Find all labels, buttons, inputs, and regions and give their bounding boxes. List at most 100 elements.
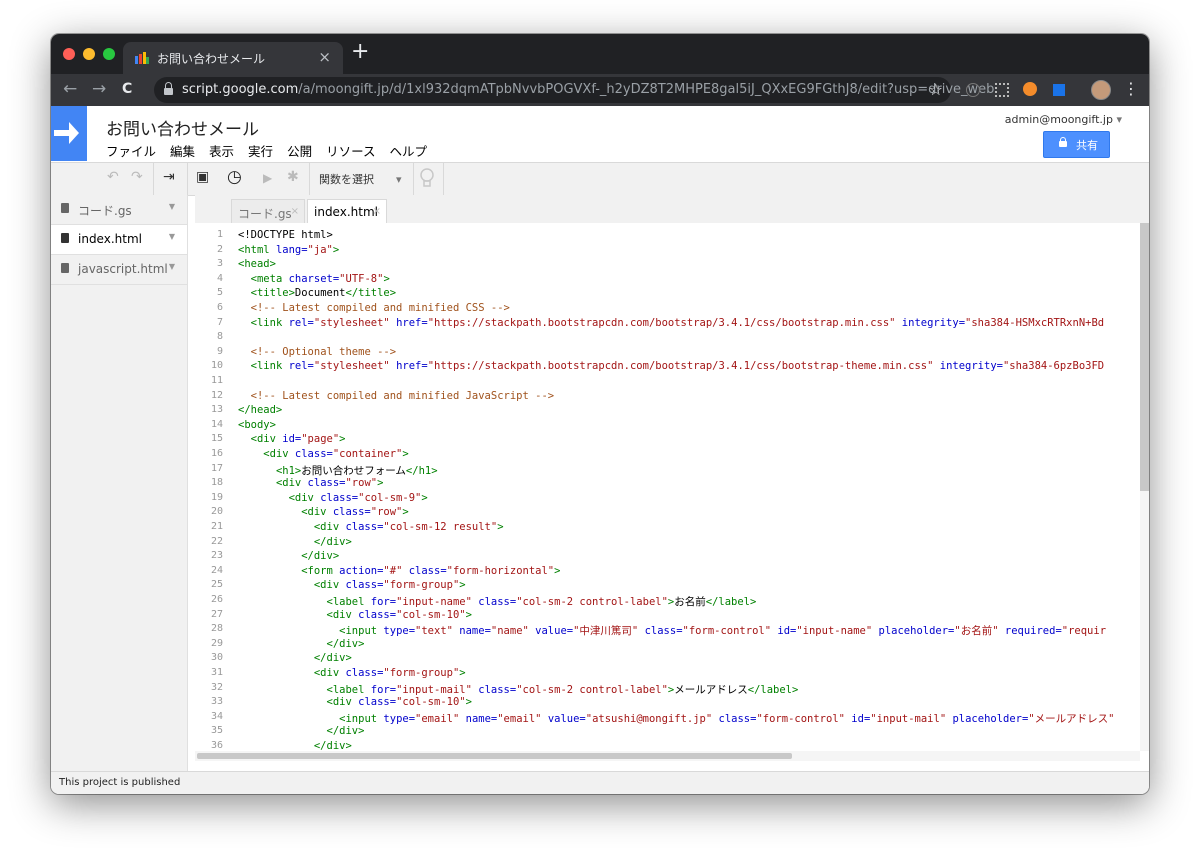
undo-icon[interactable]: ↶ [107,169,119,185]
menu-resources[interactable]: リソース [326,144,375,159]
run-icon[interactable]: ▶ [263,171,272,185]
code-token: > [383,272,390,285]
menu-view[interactable]: 表示 [209,144,234,159]
profile-avatar-icon[interactable] [1091,80,1111,100]
code-token: required= [998,625,1062,638]
tab-close-icon[interactable]: × [373,206,381,217]
code-token: <div [288,491,321,504]
code-token: "input-mail" [396,683,472,696]
tab-code-gs[interactable]: コード.gs × [231,199,305,224]
menu-run[interactable]: 実行 [248,144,273,159]
bookmark-star-icon[interactable]: ☆ [929,80,943,99]
tab-index-html[interactable]: index.html × [307,199,387,224]
code-token: "row" [345,477,378,490]
code-token: "form-control" [756,712,845,725]
code-token: class= [471,596,517,608]
menu-edit[interactable]: 編集 [170,144,195,159]
code-token: name= [452,625,491,638]
file-item-javascript-html[interactable]: javascript.html ▼ [51,255,187,285]
debug-bug-icon[interactable]: ✱ [287,169,299,185]
line-number: 9 [216,345,223,357]
lightbulb-icon[interactable] [420,168,434,190]
pen-extension-icon[interactable] [1053,84,1065,96]
caret-down-icon[interactable]: ▼ [169,262,175,271]
code-token: rel= [288,360,314,373]
line-number: 10 [210,360,223,372]
menu-help[interactable]: ヘルプ [389,144,427,159]
code-token: <!-- Latest compiled and minified JavaSc… [250,389,555,402]
qr-extension-icon[interactable] [995,83,1009,97]
tab-close-icon[interactable]: × [291,206,299,217]
code-line: <div class="form-group"> [238,667,466,679]
menu-file[interactable]: ファイル [106,144,156,159]
caret-down-icon[interactable]: ▼ [169,232,175,241]
share-button[interactable]: 共有 [1043,131,1110,158]
code-token: <h1> [275,464,302,477]
caret-down-icon: ▾ [1116,113,1122,126]
code-token: > [402,506,409,519]
code-token: <input [339,625,384,638]
file-item-index-html[interactable]: index.html ▼ [51,225,187,255]
code-token: <link [250,316,289,329]
code-line: <div class="col-sm-9"> [238,492,428,504]
minimize-window-button[interactable] [83,48,95,60]
code-token: class= [471,683,517,696]
orange-extension-icon[interactable] [1023,82,1037,96]
code-token: "col-sm-2 control-label" [516,683,668,696]
close-window-button[interactable] [63,48,75,60]
code-token: for= [370,683,397,696]
code-token: "col-sm-10" [396,696,466,709]
tab-close-icon[interactable]: × [318,48,331,66]
code-token: class= [358,696,397,709]
toolbar-divider [153,163,154,195]
code-token: integrity= [933,360,1003,373]
line-number: 25 [210,579,223,591]
code-token: </div> [326,637,365,650]
code-line: <input type="text" name="name" value="中津… [238,623,1106,638]
code-line: <div class="container"> [238,448,408,460]
new-tab-button[interactable]: + [351,41,369,63]
zoom-window-button[interactable] [103,48,115,60]
menu-publish[interactable]: 公開 [287,144,312,159]
redo-icon[interactable]: ↷ [131,169,143,185]
url-text[interactable]: script.google.com/a/moongift.jp/d/1xl932… [182,82,994,97]
code-editor[interactable]: 1 2 3 4 5 6 7 8 9 10 11 12 13 14 15 16 17 18 19 20 21 22 23 24 2… [195,223,1140,751]
code-token: メールアドレス [674,683,748,696]
code-token: </title> [345,287,397,300]
code-token: class= [638,625,683,638]
caret-down-icon[interactable]: ▼ [169,202,175,211]
code-token: "UTF-8" [339,272,384,285]
code-line: <!-- Latest compiled and minified CSS --… [238,302,510,314]
vertical-scrollbar[interactable] [1140,223,1149,751]
apps-script-logo-icon[interactable] [51,106,87,161]
triggers-clock-icon[interactable]: ◷ [227,167,242,187]
vertical-scroll-thumb[interactable] [1140,223,1149,491]
browser-menu-icon[interactable]: ⋮ [1123,79,1139,98]
reload-icon[interactable]: C [122,81,132,97]
indent-icon[interactable]: ⇥ [163,169,175,185]
address-bar[interactable]: script.google.com/a/moongift.jp/d/1xl932… [154,77,994,103]
code-token: "atsushi@mongift.jp" [585,712,713,725]
account-switcher[interactable]: admin@moongift.jp ▾ [1005,113,1122,126]
back-icon[interactable]: ← [63,79,77,99]
horizontal-scroll-thumb[interactable] [197,753,792,759]
line-number: 15 [210,433,223,445]
code-token: </label> [747,683,799,696]
code-line: </div> [238,550,339,562]
code-token: "form-horizontal" [446,564,555,577]
file-item-code-gs[interactable]: コード.gs ▼ [51,195,187,225]
save-icon[interactable]: ▣ [196,169,209,185]
info-extension-icon[interactable] [966,83,980,97]
browser-tab[interactable]: お問い合わせメール × [123,42,343,74]
code-token: </div> [313,535,352,548]
code-token: "中津川篤司" [573,625,639,638]
project-title[interactable]: お問い合わせメール [106,115,259,140]
forward-icon[interactable]: → [92,79,106,99]
horizontal-scrollbar[interactable] [195,751,1140,761]
code-line: <h1>お問い合わせフォーム</h1> [238,463,438,478]
function-select-dropdown[interactable]: 関数を選択 ▾ [319,171,402,187]
code-line: <div class="row"> [238,477,383,489]
code-token: class= [345,521,384,533]
